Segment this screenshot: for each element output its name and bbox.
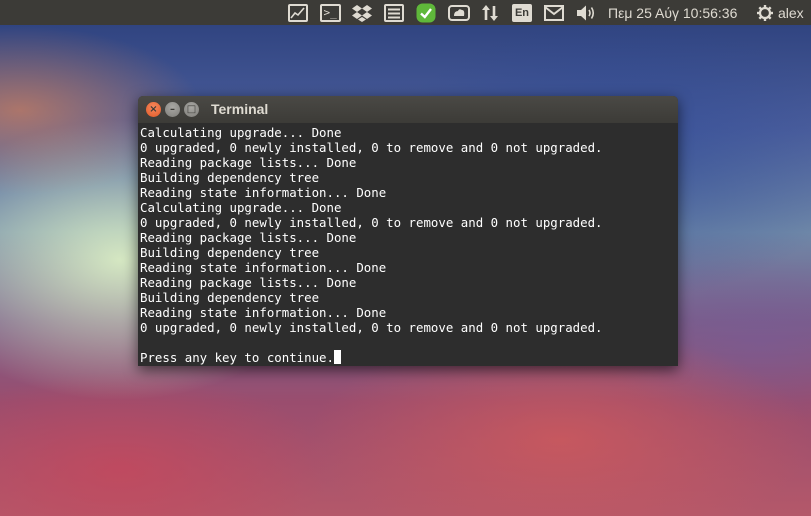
system-monitor-icon[interactable] — [286, 2, 309, 23]
mail-icon[interactable] — [543, 2, 565, 23]
maximize-button[interactable]: □ — [184, 102, 199, 117]
close-icon: × — [149, 103, 158, 115]
window-title-bar[interactable]: × – □ Terminal — [138, 96, 678, 123]
network-arrows-icon[interactable] — [480, 2, 500, 23]
terminal-prompt-line: Press any key to continue. — [140, 350, 676, 365]
dropbox-icon[interactable] — [351, 2, 373, 23]
maximize-icon: □ — [186, 103, 197, 115]
clock-text: Πεμ 25 Αύγ 10:56:36 — [608, 4, 738, 21]
terminal-line: Reading package lists... Done — [140, 155, 357, 170]
terminal-line: Building dependency tree — [140, 170, 320, 185]
user-name: alex — [778, 4, 804, 21]
terminal-line: Building dependency tree — [140, 290, 320, 305]
window-title: Terminal — [211, 101, 269, 117]
terminal-line: Reading package lists... Done — [140, 275, 357, 290]
terminal-line: 0 upgraded, 0 newly installed, 0 to remo… — [140, 320, 603, 335]
keyboard-layout-label: En — [512, 3, 532, 22]
user-menu[interactable]: alex — [778, 2, 810, 23]
text-cursor — [333, 350, 341, 364]
terminal-line: Reading state information... Done — [140, 260, 387, 275]
checkmark-shield-icon[interactable] — [415, 2, 437, 23]
terminal-line: Building dependency tree — [140, 245, 320, 260]
volume-icon[interactable] — [575, 2, 599, 23]
terminal-line: 0 upgraded, 0 newly installed, 0 to remo… — [140, 215, 603, 230]
terminal-line: 0 upgraded, 0 newly installed, 0 to remo… — [140, 140, 603, 155]
terminal-icon-label: >_ — [319, 3, 341, 22]
minimize-icon: – — [170, 103, 175, 115]
top-panel: >_ En Πεμ 25 Αύγ 10:56:36 alex — [0, 0, 811, 25]
terminal-line: Calculating upgrade... Done — [140, 125, 342, 140]
close-button[interactable]: × — [146, 102, 161, 117]
gear-icon[interactable] — [756, 2, 774, 23]
cloud-sync-icon[interactable] — [447, 2, 471, 23]
minimize-button[interactable]: – — [165, 102, 180, 117]
prompt-text: Press any key to continue. — [140, 350, 334, 365]
terminal-window[interactable]: × – □ Terminal Calculating upgrade... Do… — [138, 96, 678, 366]
clock-indicator[interactable]: Πεμ 25 Αύγ 10:56:36 — [608, 2, 748, 23]
terminal-line: Reading state information... Done — [140, 185, 387, 200]
terminal-output[interactable]: Calculating upgrade... Done 0 upgraded, … — [140, 125, 676, 366]
list-icon[interactable] — [383, 2, 405, 23]
terminal-line: Reading state information... Done — [140, 305, 387, 320]
terminal-line: Reading package lists... Done — [140, 230, 357, 245]
terminal-icon[interactable]: >_ — [318, 2, 342, 23]
terminal-line: Calculating upgrade... Done — [140, 200, 342, 215]
keyboard-layout-icon[interactable]: En — [511, 2, 533, 23]
